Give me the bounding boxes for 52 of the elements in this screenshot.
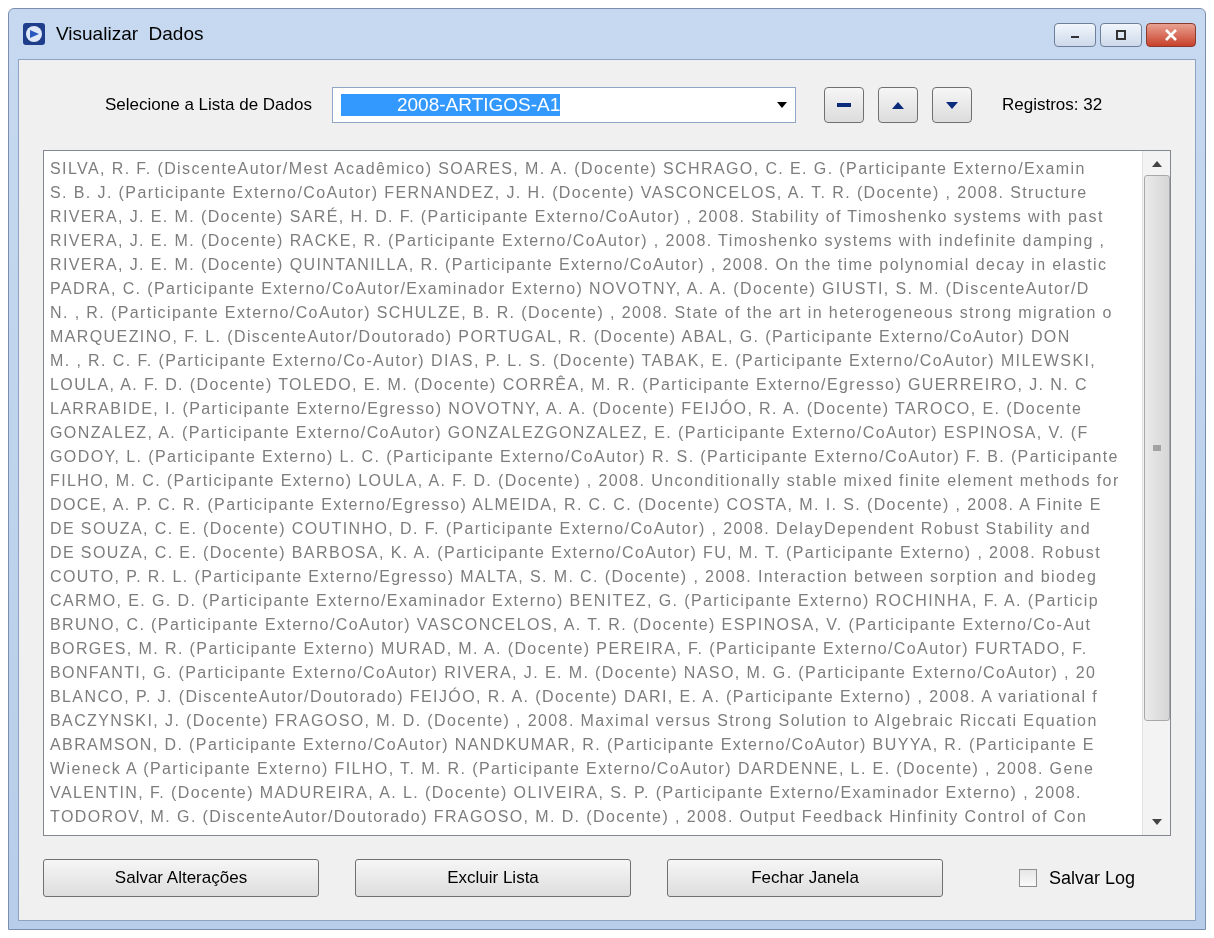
- scroll-up-icon[interactable]: [1151, 161, 1162, 167]
- record-line[interactable]: RIVERA, J. E. M. (Docente) SARÉ, H. D. F. (Participante Externo/CoAutor) , 2008. Stability of Timoshenko systems with past: [50, 205, 1142, 229]
- record-line[interactable]: LARRABIDE, I. (Participante Externo/Egresso) NOVOTNY, A. A. (Docente) FEIJÓO, R. A. (Docente) TAROCO, E. (Docente: [50, 397, 1142, 421]
- close-icon: [1164, 29, 1178, 41]
- list-dropdown[interactable]: 2008-ARTIGOS-A1: [332, 87, 796, 123]
- caret-icon: [777, 102, 787, 108]
- move-down-button[interactable]: [932, 87, 972, 123]
- record-line[interactable]: ABRAMSON, D. (Participante Externo/CoAutor) NANDKUMAR, R. (Participante Externo/CoAutor) BUYYA, R. (Participante E: [50, 733, 1142, 757]
- list-label: Selecione a Lista de Dados: [105, 95, 312, 115]
- action-button[interactable]: Salvar Alterações: [43, 859, 319, 897]
- action-button[interactable]: Fechar Janela: [667, 859, 943, 897]
- record-count: Registros: 32: [1002, 95, 1103, 115]
- record-line[interactable]: N. , R. (Participante Externo/CoAutor) SCHULZE, B. R. (Docente) , 2008. State of the art in heterogeneous strong migration o: [50, 301, 1142, 325]
- window-title: Visualizar Dados: [56, 23, 204, 45]
- record-line[interactable]: BRUNO, C. (Participante Externo/CoAutor) VASCONCELOS, A. T. R. (Docente) ESPINOSA, V. (Participante Externo/Co-Aut: [50, 613, 1142, 637]
- close-button[interactable]: [1146, 23, 1196, 47]
- record-line[interactable]: DOCE, A. P. C. R. (Participante Externo/Egresso) ALMEIDA, R. C. C. (Docente) COSTA, M. I. S. (Docente) , 2008. A Finite E: [50, 493, 1142, 517]
- checkbox[interactable]: [1019, 869, 1037, 887]
- record-line[interactable]: Wieneck A (Participante Externo) FILHO, T. M. R. (Participante Externo/CoAutor) DARDENNE, L. E. (Docente) , 2008. Gene: [50, 757, 1142, 781]
- record-line[interactable]: LOULA, A. F. D. (Docente) TOLEDO, E. M. (Docente) CORRÊA, M. R. (Participante Externo/Egresso) GUERREIRO, J. N. C: [50, 373, 1142, 397]
- scroll-down-icon[interactable]: [1151, 819, 1162, 825]
- checkbox-label: Salvar Log: [1049, 867, 1136, 889]
- scrollbar[interactable]: [1142, 151, 1170, 835]
- record-line[interactable]: COUTO, P. R. L. (Participante Externo/Egresso) MALTA, S. M. C. (Docente) , 2008. Interaction between sorption and biodeg: [50, 565, 1142, 589]
- record-line[interactable]: S. B. J. (Participante Externo/CoAutor) FERNANDEZ, J. H. (Docente) VASCONCELOS, A. T. R. (Docente) , 2008. Structure: [50, 181, 1142, 205]
- record-line[interactable]: SILVA, R. F. (DiscenteAutor/Mest Acadêmico) SOARES, M. A. (Docente) SCHRAGO, C. E. G. (Participante Externo/Examin: [50, 157, 1142, 181]
- app-icon: [22, 22, 46, 46]
- remove-button[interactable]: [824, 87, 864, 123]
- action-button[interactable]: Excluir Lista: [355, 859, 631, 897]
- record-line[interactable]: FILHO, M. C. (Participante Externo) LOULA, A. F. D. (Docente) , 2008. Unconditionally stable mixed finite element methods for: [50, 469, 1142, 493]
- record-line[interactable]: VALENTIN, F. (Docente) MADUREIRA, A. L. (Docente) OLIVEIRA, S. P. (Participante Externo/Examinador Externo) , 2008.: [50, 781, 1142, 805]
- record-line[interactable]: RIVERA, J. E. M. (Docente) QUINTANILLA, R. (Participante Externo/CoAutor) , 2008. On the time polynomial decay in elastic: [50, 253, 1142, 277]
- record-line[interactable]: GONZALEZ, A. (Participante Externo/CoAutor) GONZALEZGONZALEZ, E. (Participante Externo/CoAutor) ESPINOSA, V. (F: [50, 421, 1142, 445]
- record-line[interactable]: GODOY, L. (Participante Externo) L. C. (Participante Externo/CoAutor) R. S. (Participante Externo/CoAutor) F. B. (Participante: [50, 445, 1142, 469]
- record-line[interactable]: BORGES, M. R. (Participante Externo) MURAD, M. A. (Docente) PEREIRA, F. (Participante Externo/CoAutor) FURTADO, F.: [50, 637, 1142, 661]
- record-line[interactable]: BONFANTI, G. (Participante Externo/CoAutor) RIVERA, J. E. M. (Docente) NASO, M. G. (Participante Externo/CoAutor) , 20: [50, 661, 1142, 685]
- record-line[interactable]: BLANCO, P. J. (DiscenteAutor/Doutorado) FEIJÓO, R. A. (Docente) DARI, E. A. (Participante Externo) , 2008. A variational f: [50, 685, 1142, 709]
- move-up-button[interactable]: [878, 87, 918, 123]
- record-line[interactable]: PADRA, C. (Participante Externo/CoAutor/Examinador Externo) NOVOTNY, A. A. (Docente) GIUSTI, S. M. (DiscenteAutor/D: [50, 277, 1142, 301]
- record-line[interactable]: BACZYNSKI, J. (Docente) FRAGOSO, M. D. (Docente) , 2008. Maximal versus Strong Solution to Algebraic Riccati Equation: [50, 709, 1142, 733]
- minimize-button[interactable]: [1054, 23, 1096, 47]
- record-line[interactable]: TODOROV, M. G. (DiscenteAutor/Doutorado) FRAGOSO, M. D. (Docente) , 2008. Output Feedback Hinfinity Control of Con: [50, 805, 1142, 829]
- record-line[interactable]: M. , R. C. F. (Participante Externo/Co-Autor) DIAS, P. L. S. (Docente) TABAK, E. (Participante Externo/CoAutor) MILEWSKI,: [50, 349, 1142, 373]
- grip-icon: [1151, 443, 1162, 453]
- record-line[interactable]: DE SOUZA, C. E. (Docente) COUTINHO, D. F. (Participante Externo/CoAutor) , 2008. DelayDependent Robust Stability and: [50, 517, 1142, 541]
- maximize-icon: [1115, 30, 1127, 40]
- scroll-thumb[interactable]: [1143, 175, 1170, 721]
- maximize-button[interactable]: [1100, 23, 1142, 47]
- record-line[interactable]: CARMO, E. G. D. (Participante Externo/Examinador Externo) BENITEZ, G. (Participante Externo) ROCHINHA, F. A. (Particip: [50, 589, 1142, 613]
- record-line[interactable]: DE SOUZA, C. E. (Docente) BARBOSA, K. A. (Participante Externo/CoAutor) FU, M. T. (Participante Externo) , 2008. Robust: [50, 541, 1142, 565]
- record-line[interactable]: MARQUEZINO, F. L. (DiscenteAutor/Doutorado) PORTUGAL, R. (Docente) ABAL, G. (Participante Externo/CoAutor) DON: [50, 325, 1142, 349]
- record-line[interactable]: RIVERA, J. E. M. (Docente) RACKE, R. (Participante Externo/CoAutor) , 2008. Timoshenko systems with indefinite damping ,: [50, 229, 1142, 253]
